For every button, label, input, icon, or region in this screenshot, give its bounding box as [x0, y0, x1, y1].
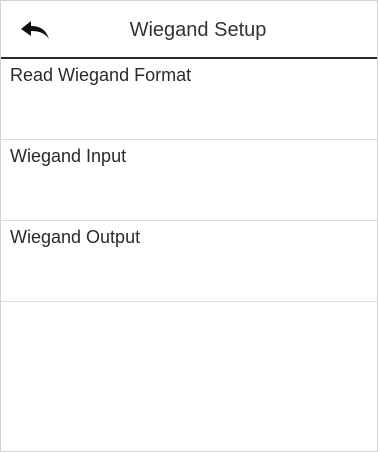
screen: Wiegand Setup Read Wiegand Format Wiegan…	[0, 0, 378, 452]
page-title: Wiegand Setup	[129, 19, 267, 41]
menu-item-wiegand-input[interactable]: Wiegand Input	[1, 140, 377, 221]
menu-item-label: Wiegand Output	[10, 227, 141, 247]
menu-list: Read Wiegand Format Wiegand Input Wiegan…	[1, 59, 377, 302]
menu-item-read-wiegand-format[interactable]: Read Wiegand Format	[1, 59, 377, 140]
header-bar: Wiegand Setup	[1, 1, 377, 59]
menu-item-label: Read Wiegand Format	[10, 65, 192, 85]
menu-item-label: Wiegand Input	[10, 146, 127, 166]
menu-item-wiegand-output[interactable]: Wiegand Output	[1, 221, 377, 302]
